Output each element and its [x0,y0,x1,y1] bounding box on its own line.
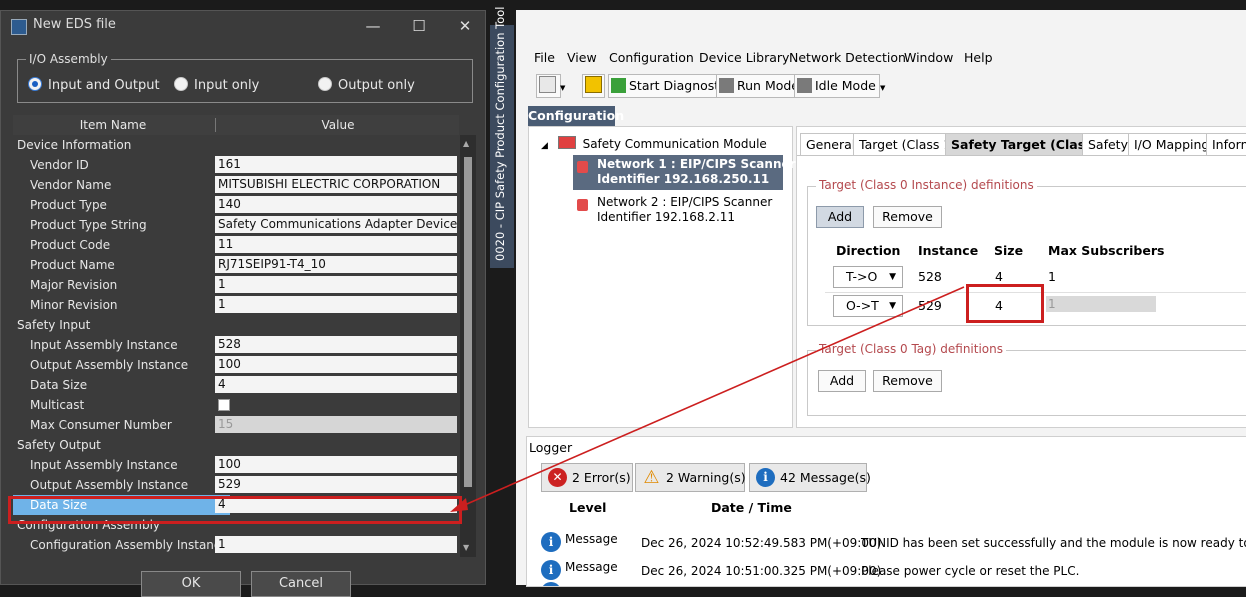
annotation-arrow [450,286,965,512]
arrow-head [450,498,468,512]
arrow-line [459,286,965,508]
